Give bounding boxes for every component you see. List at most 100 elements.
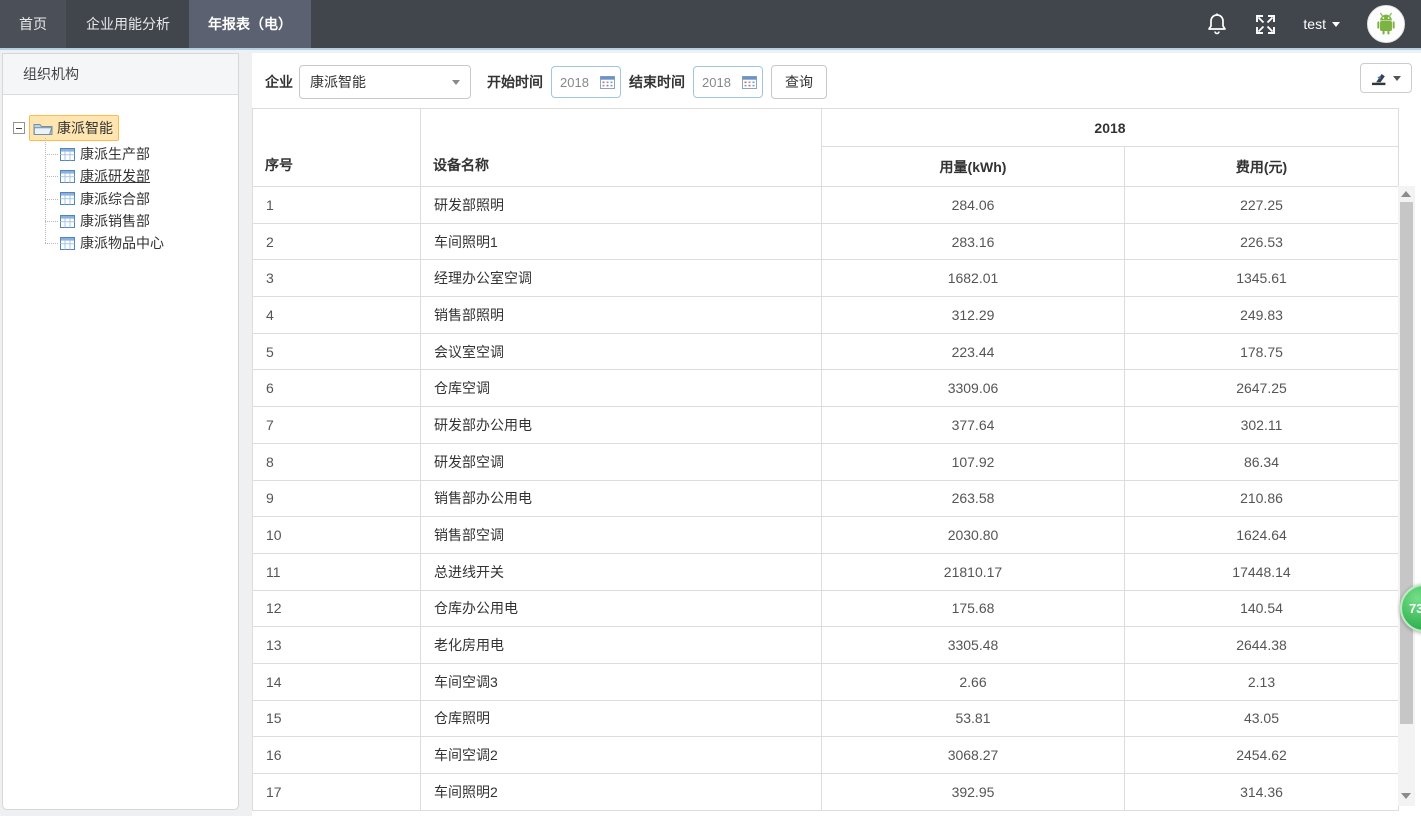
user-menu[interactable]: test (1303, 16, 1340, 32)
cost-cell: 227.25 (1125, 187, 1399, 224)
table-row: 9销售部办公用电263.58210.86 (253, 480, 1399, 517)
cost-cell: 302.11 (1125, 407, 1399, 444)
chevron-down-icon (452, 80, 460, 85)
notification-bell-icon[interactable] (1206, 12, 1228, 36)
device-name-cell: 研发部空调 (421, 443, 822, 480)
tree-node[interactable]: 康派生产部 (60, 143, 238, 165)
scrollbar-thumb[interactable] (1400, 202, 1413, 724)
chevron-down-icon (1332, 22, 1340, 27)
header-index: 序号 (253, 109, 421, 187)
device-name-cell: 经理办公室空调 (421, 260, 822, 297)
main-panel: 企业 康派智能 开始时间 结束时间 查询 (252, 53, 1421, 816)
calendar-icon[interactable] (600, 75, 615, 89)
start-year-input[interactable] (560, 75, 596, 90)
cost-cell: 17448.14 (1125, 553, 1399, 590)
row-index-cell: 4 (253, 297, 421, 334)
query-button[interactable]: 查询 (771, 65, 827, 99)
device-name-cell: 车间空调3 (421, 663, 822, 700)
usage-cell: 312.29 (822, 297, 1125, 334)
usage-cell: 283.16 (822, 223, 1125, 260)
table-row: 17车间照明2392.95314.36 (253, 774, 1399, 811)
tree-root-selected[interactable]: 康派智能 (29, 115, 119, 141)
tree-node[interactable]: 康派物品中心 (60, 232, 238, 254)
table-row: 10销售部空调2030.801624.64 (253, 517, 1399, 554)
device-name-cell: 研发部办公用电 (421, 407, 822, 444)
usage-cell: 3305.48 (822, 627, 1125, 664)
vertical-scrollbar[interactable] (1398, 186, 1415, 806)
cost-cell: 226.53 (1125, 223, 1399, 260)
usage-cell: 223.44 (822, 333, 1125, 370)
usage-cell: 2030.80 (822, 517, 1125, 554)
table-row: 1研发部照明284.06227.25 (253, 187, 1399, 224)
end-year-input[interactable] (702, 75, 738, 90)
device-name-cell: 仓库空调 (421, 370, 822, 407)
row-index-cell: 1 (253, 187, 421, 224)
device-name-cell: 研发部照明 (421, 187, 822, 224)
row-index-cell: 3 (253, 260, 421, 297)
header-year-group: 2018 (822, 109, 1399, 147)
cost-cell: 2.13 (1125, 663, 1399, 700)
table-row: 15仓库照明53.8143.05 (253, 700, 1399, 737)
table-body: 1研发部照明284.06227.252车间照明1283.16226.533经理办… (253, 187, 1399, 811)
row-index-cell: 10 (253, 517, 421, 554)
usage-cell: 107.92 (822, 443, 1125, 480)
row-index-cell: 2 (253, 223, 421, 260)
tree-node[interactable]: 康派研发部 (60, 165, 238, 187)
tree-node-label: 康派物品中心 (80, 233, 164, 253)
start-year-field[interactable] (551, 66, 621, 98)
tree-node[interactable]: 康派综合部 (60, 188, 238, 210)
table-row: 8研发部空调107.9286.34 (253, 443, 1399, 480)
usage-cell: 53.81 (822, 700, 1125, 737)
start-time-label: 开始时间 (487, 72, 543, 92)
scroll-up-arrow-icon[interactable] (1401, 191, 1411, 197)
tree-node[interactable]: 康派销售部 (60, 210, 238, 232)
android-icon (1372, 10, 1400, 38)
usage-cell: 2.66 (822, 663, 1125, 700)
cost-cell: 2644.38 (1125, 627, 1399, 664)
annual-report-table: 序号 设备名称 2018 用量(kWh) 费用(元) 1研发部照明284.062… (252, 108, 1399, 811)
cost-cell: 1345.61 (1125, 260, 1399, 297)
end-year-field[interactable] (693, 66, 763, 98)
tree-node-label: 康派研发部 (80, 166, 150, 186)
calendar-icon[interactable] (742, 75, 757, 89)
header-device-name: 设备名称 (421, 109, 822, 187)
usage-cell: 392.95 (822, 774, 1125, 811)
row-index-cell: 5 (253, 333, 421, 370)
tree-root-label: 康派智能 (57, 118, 113, 138)
fullscreen-icon[interactable] (1255, 14, 1276, 35)
sidebar-title: 组织机构 (3, 54, 238, 95)
tab-home[interactable]: 首页 (0, 0, 66, 48)
cost-cell: 2454.62 (1125, 737, 1399, 774)
department-grid-icon (60, 237, 75, 250)
export-button[interactable] (1360, 63, 1412, 93)
department-grid-icon (60, 170, 75, 183)
enterprise-select[interactable]: 康派智能 (299, 65, 471, 99)
org-tree: 康派智能 康派生产部康派研发部康派综合部康派销售部康派物品中心 (3, 95, 238, 254)
row-index-cell: 6 (253, 370, 421, 407)
table-row: 16车间空调23068.272454.62 (253, 737, 1399, 774)
device-name-cell: 老化房用电 (421, 627, 822, 664)
table-row: 4销售部照明312.29249.83 (253, 297, 1399, 334)
badge-value: 73 (1409, 601, 1421, 616)
table-row: 5会议室空调223.44178.75 (253, 333, 1399, 370)
device-name-cell: 会议室空调 (421, 333, 822, 370)
device-name-cell: 车间空调2 (421, 737, 822, 774)
scroll-down-arrow-icon[interactable] (1401, 793, 1411, 799)
tree-root-node: 康派智能 (13, 115, 238, 141)
usage-cell: 1682.01 (822, 260, 1125, 297)
tree-collapse-toggle[interactable] (13, 122, 25, 134)
enterprise-select-value: 康派智能 (310, 72, 366, 92)
table-row: 2车间照明1283.16226.53 (253, 223, 1399, 260)
top-navbar: 首页 企业用能分析 年报表（电） test (0, 0, 1421, 50)
device-name-cell: 销售部空调 (421, 517, 822, 554)
tab-annual-report-electric[interactable]: 年报表（电） (189, 0, 311, 48)
device-name-cell: 销售部照明 (421, 297, 822, 334)
tab-energy-analysis[interactable]: 企业用能分析 (67, 0, 189, 48)
tree-children: 康派生产部康派研发部康派综合部康派销售部康派物品中心 (45, 143, 238, 254)
device-name-cell: 车间照明2 (421, 774, 822, 811)
usage-cell: 3068.27 (822, 737, 1125, 774)
cost-cell: 2647.25 (1125, 370, 1399, 407)
row-index-cell: 11 (253, 553, 421, 590)
avatar[interactable] (1367, 5, 1405, 43)
table-row: 12仓库办公用电175.68140.54 (253, 590, 1399, 627)
